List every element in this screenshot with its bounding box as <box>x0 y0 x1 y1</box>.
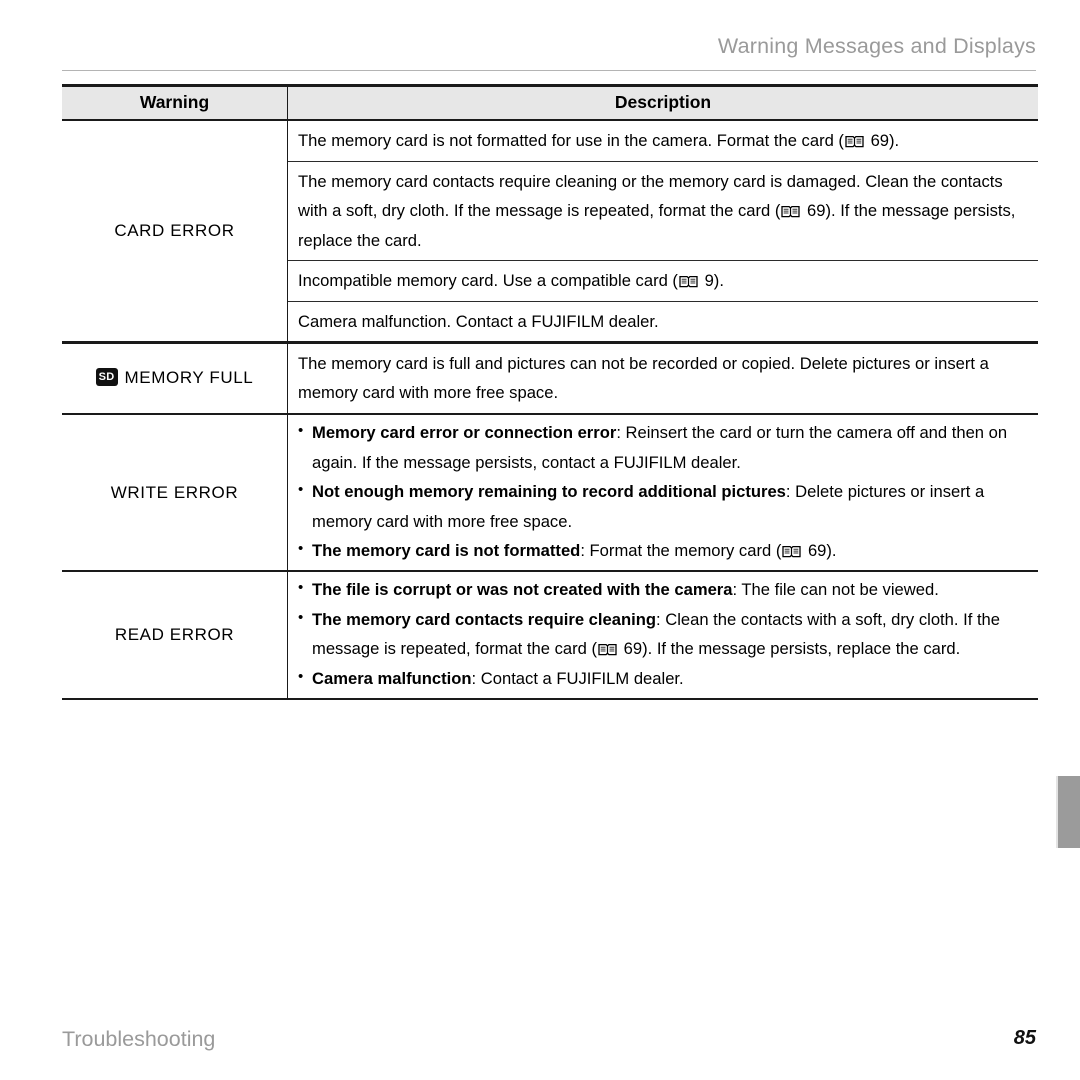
description-cell: The file is corrupt or was not created w… <box>287 572 1038 698</box>
column-header-warning: Warning <box>139 92 210 112</box>
list-item: The file is corrupt or was not created w… <box>296 575 1034 605</box>
book-icon <box>845 135 864 148</box>
warning-label: CARD ERROR <box>114 221 234 241</box>
warning-label-cell: READ ERROR <box>62 572 287 697</box>
description-paragraph: The memory card is full and pictures can… <box>298 353 989 403</box>
bullet-lead-in: Camera malfunction <box>312 669 472 688</box>
book-icon <box>679 275 698 288</box>
description-paragraph: The memory card contacts require cleanin… <box>288 160 1038 261</box>
manual-page: Warning Messages and Displays Warning De… <box>0 0 1080 1080</box>
table-row: WRITE ERROR Memory card error or connecti… <box>62 415 1038 570</box>
description-cell: The memory card is not formatted for use… <box>287 121 1038 342</box>
description-paragraph: Camera malfunction. Contact a FUJIFILM d… <box>288 300 1038 342</box>
warning-messages-table: Warning Description CARD ERROR The memory… <box>62 84 1038 701</box>
list-item: Camera malfunction: Contact a FUJIFILM d… <box>296 664 1034 694</box>
description-cell: The memory card is full and pictures can… <box>287 343 1038 413</box>
description-paragraph: The memory card is not formatted for use… <box>298 131 900 150</box>
warning-label-cell: WRITE ERROR <box>62 415 287 570</box>
description-bullet-list: Memory card error or connection error: R… <box>288 415 1038 570</box>
header-divider <box>62 70 1036 71</box>
warning-label-cell: CARD ERROR <box>62 121 287 341</box>
bullet-lead-in: The file is corrupt or was not created w… <box>312 580 733 600</box>
book-icon <box>781 205 801 218</box>
warning-label-text: MEMORY FULL <box>124 368 254 388</box>
list-item: Not enough memory remaining to record ad… <box>296 477 1034 536</box>
list-item: The memory card is not formatted: Format… <box>296 536 1034 566</box>
table-row: SD MEMORY FULL The memory card is full and… <box>62 343 1038 413</box>
description-bullet-list: The file is corrupt or was not created w… <box>288 572 1038 697</box>
table-row: CARD ERROR The memory card is not formatt… <box>62 121 1038 342</box>
bullet-lead-in: Not enough memory remaining to record ad… <box>312 482 786 502</box>
list-item: The memory card contacts require cleanin… <box>296 605 1034 664</box>
description-paragraph: Incompatible memory card. Use a compatib… <box>288 260 1038 301</box>
warning-label-text: WRITE ERROR <box>110 482 239 502</box>
warning-label: READ ERROR <box>115 625 234 645</box>
bullet-lead-in: Memory card error or connection error <box>312 423 617 443</box>
bullet-lead-in: The memory card contacts require cleanin… <box>312 609 656 629</box>
warning-label-cell: SD MEMORY FULL <box>62 344 287 413</box>
section-edge-tab <box>1056 776 1080 848</box>
sd-card-icon: SD <box>95 368 118 387</box>
table-group-rule <box>62 697 1038 701</box>
footer-page-number: 85 <box>1013 1027 1036 1049</box>
running-head: Warning Messages and Displays <box>717 34 1036 58</box>
table-body: CARD ERROR The memory card is not formatt… <box>62 121 1038 701</box>
description-cell: Memory card error or connection error: R… <box>287 415 1038 570</box>
list-item: Memory card error or connection error: R… <box>296 418 1034 477</box>
table-header-row: Warning Description <box>62 86 1038 119</box>
warning-label: SD MEMORY FULL <box>95 368 254 388</box>
table-row: READ ERROR The file is corrupt or was not… <box>62 572 1038 698</box>
warning-label-text: READ ERROR <box>114 624 235 644</box>
footer-section-name: Troubleshooting <box>62 1027 216 1051</box>
book-icon <box>598 643 617 656</box>
warning-label: WRITE ERROR <box>111 483 238 503</box>
book-icon <box>782 545 801 558</box>
column-header-description: Description <box>287 86 1038 119</box>
bullet-lead-in: The memory card is not formatted <box>312 541 581 561</box>
warning-label-text: CARD ERROR <box>114 221 235 241</box>
